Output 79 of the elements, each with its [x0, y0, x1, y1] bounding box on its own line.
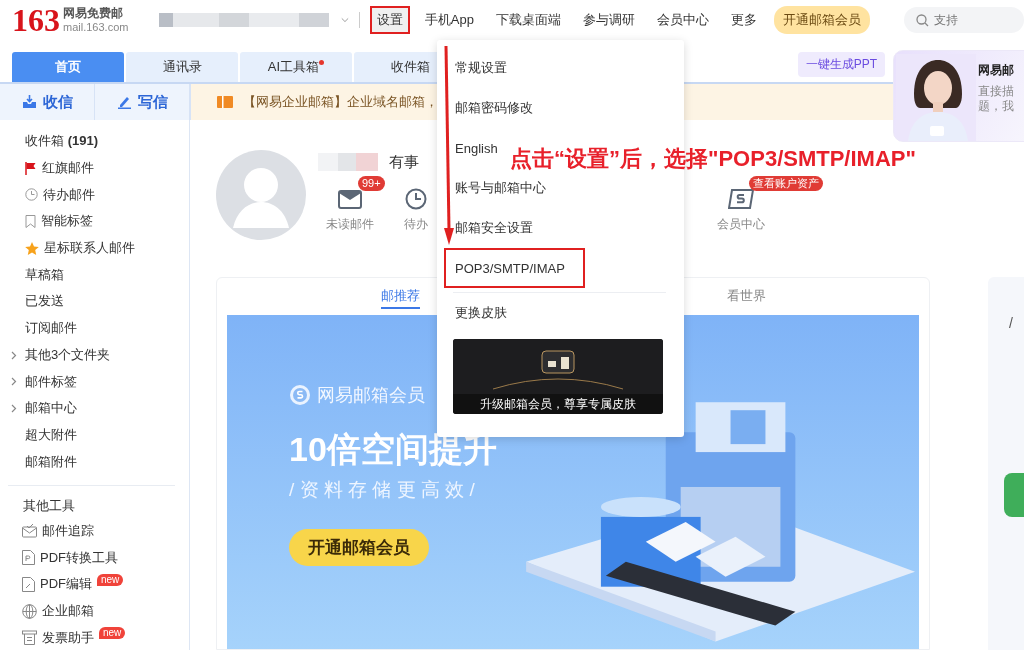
globe-icon [22, 603, 37, 619]
menu-item[interactable]: English [453, 138, 498, 158]
greeting-text: 有事 [389, 152, 419, 172]
compose-button[interactable]: 写信 [95, 84, 190, 120]
nav-link[interactable]: 参与调研 [576, 6, 642, 34]
search-field[interactable]: 支持 [904, 7, 1024, 33]
annotation-text: 点击“设置”后，选择"POP3/SMTP/IMAP" [510, 145, 916, 173]
app-icon [1004, 473, 1024, 517]
folder-item[interactable]: 邮件标签 [0, 368, 189, 395]
tool-item[interactable]: PDF编辑 new [0, 571, 189, 598]
folder-item[interactable]: 星标联系人邮件 [0, 234, 189, 262]
stat-item[interactable]: 待办 [384, 188, 448, 233]
envelope-check-icon [22, 524, 37, 539]
logo-domain: mail.163.com [63, 20, 129, 33]
folder-item[interactable]: 收件箱 (191) [0, 128, 189, 155]
flag-icon [25, 161, 37, 175]
nav-link[interactable]: 设置 [369, 6, 410, 34]
folder-item[interactable]: 草稿箱 [0, 261, 189, 289]
nav-link[interactable]: 手机App [417, 6, 481, 34]
receive-button[interactable]: 收信 [0, 84, 95, 120]
star-icon [25, 241, 39, 255]
tab[interactable]: 通讯录 [126, 52, 238, 82]
ppt-button[interactable]: 一键生成PPT [797, 51, 885, 77]
assistant-text: 题，我 [978, 99, 1014, 114]
logo-number: 163 [12, 4, 60, 36]
tool-item[interactable]: 发票助手 new [0, 624, 189, 650]
feed-tab[interactable]: 看世界 [726, 284, 766, 309]
menu-item[interactable]: 邮箱安全设置 [453, 218, 533, 238]
folder-item[interactable]: 超大附件 [0, 421, 189, 449]
new-badge: new [97, 574, 124, 587]
avatar-icon [216, 150, 306, 240]
promo-icon [217, 96, 233, 108]
nav-link[interactable]: 会员中心 [650, 6, 716, 34]
menu-item[interactable]: 账号与邮箱中心 [453, 178, 546, 198]
count-badge: 99+ [358, 176, 385, 191]
folder-item[interactable]: 已发送 [0, 288, 189, 315]
document-icon [22, 550, 35, 566]
clock-icon [25, 188, 38, 202]
section-title: 其他工具 [22, 496, 76, 515]
document-edit-icon [22, 576, 35, 592]
nav-link[interactable]: 下载桌面端 [489, 6, 568, 34]
clock-icon [405, 188, 427, 210]
stat-item[interactable]: 未读邮件 [318, 188, 382, 233]
nav-link[interactable]: 更多 [724, 6, 764, 34]
search-icon [916, 14, 929, 27]
tool-item[interactable]: 邮件追踪 [0, 517, 189, 545]
new-badge: new [99, 627, 126, 640]
count-badge: 查看账户资产 [749, 176, 823, 191]
folder-item[interactable]: 邮箱中心 [0, 394, 189, 422]
folder-item[interactable]: 待办邮件 [0, 181, 189, 209]
logo-title: 网易免费邮 [63, 7, 124, 21]
chevron-right-icon[interactable] [11, 403, 17, 413]
inbox-download-icon [21, 95, 37, 109]
bookmark-icon [25, 214, 36, 228]
folder-item[interactable]: 邮箱附件 [0, 448, 189, 475]
stat-item[interactable]: 会员中心 [709, 188, 773, 233]
folder-item[interactable]: 红旗邮件 [0, 154, 189, 182]
chevron-right-icon[interactable] [11, 350, 17, 360]
folder-item[interactable]: 其他3个文件夹 [0, 341, 189, 369]
vip-button[interactable]: 开通邮箱会员 [774, 6, 870, 34]
notice-text[interactable]: 【网易企业邮箱】企业域名邮箱， [243, 93, 438, 111]
assistant-text: 直接描 [978, 84, 1014, 99]
assistant-card[interactable]: 网易邮 直接描 题，我 [893, 50, 1024, 142]
menu-item[interactable]: POP3/SMTP/IMAP [444, 248, 585, 288]
chevron-right-icon[interactable] [11, 377, 17, 387]
receipt-icon [22, 630, 37, 646]
folder-item[interactable]: 订阅邮件 [0, 314, 189, 342]
member-icon [728, 189, 754, 209]
side-text: / [1009, 315, 1013, 331]
folder-item[interactable]: 智能标签 [0, 208, 189, 235]
tool-item[interactable]: PDF转换工具 [0, 544, 189, 572]
feed-tab[interactable]: 邮推荐 [380, 284, 420, 309]
pen-icon [116, 95, 132, 109]
blurred-name [318, 153, 378, 171]
tab[interactable]: AI工具箱 [240, 52, 352, 82]
assistant-title: 网易邮 [978, 62, 1014, 79]
tool-item[interactable]: 企业邮箱 [0, 597, 189, 625]
envelope-icon [338, 189, 362, 209]
menu-item[interactable]: 邮箱密码修改 [453, 98, 533, 118]
